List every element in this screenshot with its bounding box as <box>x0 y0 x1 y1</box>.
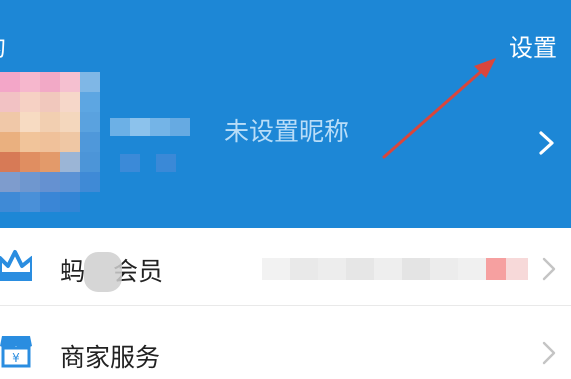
settings-button[interactable]: 设置 <box>509 28 557 63</box>
blurred-text <box>84 252 122 292</box>
list-item-membership[interactable]: 蚂会员 <box>0 230 571 306</box>
chevron-right-icon[interactable] <box>533 128 559 158</box>
store-icon: ¥ <box>0 336 32 368</box>
nickname-label[interactable]: 未设置昵称 <box>224 112 349 148</box>
blurred-info <box>262 258 528 280</box>
chevron-right-icon <box>542 257 556 281</box>
svg-text:¥: ¥ <box>12 351 20 365</box>
chevron-right-icon <box>542 341 556 365</box>
profile-header: 的 设置 <box>0 0 571 228</box>
blurred-account-name <box>100 102 216 172</box>
crown-icon <box>0 250 32 281</box>
page-title: 的 <box>0 28 6 63</box>
merchant-services-label: 商家服务 <box>60 343 161 372</box>
list-item-merchant-services[interactable]: ¥ 商家服务 <box>0 310 571 379</box>
